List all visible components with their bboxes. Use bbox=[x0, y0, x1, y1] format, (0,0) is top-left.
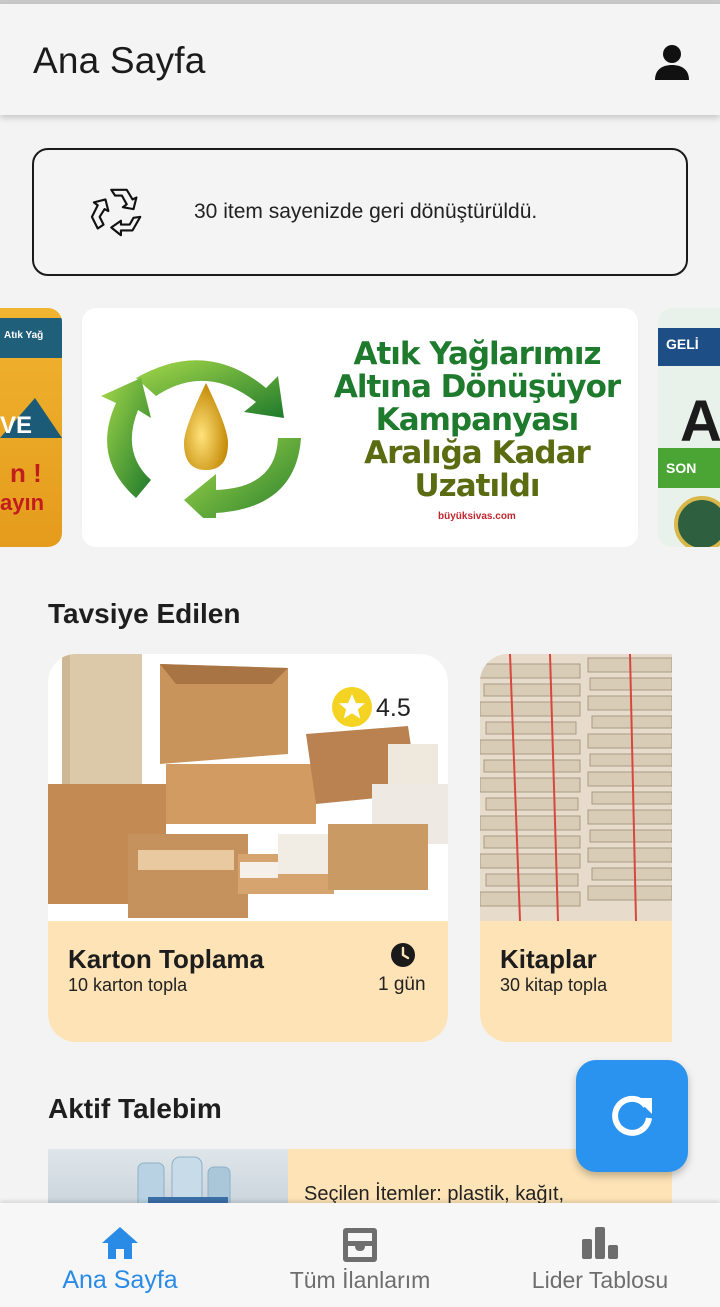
banner-text: n ! bbox=[10, 458, 42, 488]
home-icon bbox=[102, 1227, 138, 1259]
recommended-card[interactable]: 4.5 Karton Toplama 10 karton topla 1 gün bbox=[48, 654, 448, 1042]
nav-label: Ana Sayfa bbox=[62, 1266, 178, 1294]
card-description: 10 karton topla bbox=[68, 975, 188, 995]
banner-previous[interactable]: Atık Yağ VE n ! ayın bbox=[0, 308, 62, 547]
nav-label: Tüm İlanlarım bbox=[289, 1267, 431, 1293]
card-photo: 4.5 bbox=[48, 654, 448, 921]
banner-emblem bbox=[674, 496, 720, 547]
refresh-icon bbox=[612, 1095, 652, 1136]
card-description: 30 kitap topla bbox=[500, 975, 608, 995]
recycle-stats-text: 30 item sayenizde geri dönüştürüldü. bbox=[194, 200, 538, 223]
campaign-banner[interactable]: Atık Yağlarımız Altına Dönüşüyor Kampany… bbox=[82, 308, 638, 547]
recommended-card[interactable]: Kitaplar 30 kitap topla bbox=[480, 654, 672, 1042]
recycle-oil-drop-graphic bbox=[101, 360, 301, 518]
page-title: Ana Sayfa bbox=[33, 40, 206, 81]
refresh-button[interactable] bbox=[576, 1060, 688, 1172]
rating-value: 4.5 bbox=[376, 694, 411, 722]
card-title: Kitaplar bbox=[500, 944, 597, 974]
bottom-navigation: Ana Sayfa Tüm İlanlarım Lider Tablosu bbox=[0, 1203, 720, 1307]
banner-headline: Atık Yağlarımız Altına Dönüşüyor Kampany… bbox=[333, 336, 621, 504]
nav-item-leaderboard[interactable]: Lider Tablosu bbox=[520, 1203, 680, 1307]
recycle-icon bbox=[90, 188, 142, 237]
request-photo bbox=[48, 1149, 288, 1209]
card-duration: 1 gün bbox=[378, 974, 426, 995]
banner-text: Atık Yağ bbox=[4, 330, 44, 341]
banner-text: ayın bbox=[0, 490, 45, 515]
nav-item-my-listings[interactable]: Tüm İlanlarım bbox=[270, 1203, 450, 1307]
nav-label: Lider Tablosu bbox=[531, 1267, 669, 1293]
nav-item-home[interactable]: Ana Sayfa bbox=[40, 1203, 200, 1307]
banner-text: GELİ bbox=[666, 336, 699, 352]
star-icon bbox=[332, 687, 372, 727]
inbox-icon bbox=[343, 1228, 377, 1262]
banner-source: büyüksivas.com bbox=[438, 511, 516, 522]
section-title-active-request: Aktif Talebim bbox=[48, 1093, 222, 1124]
banner-text: SON bbox=[666, 460, 697, 476]
card-title: Karton Toplama bbox=[68, 944, 264, 974]
app-bar: Ana Sayfa bbox=[0, 4, 720, 115]
clock-icon bbox=[391, 943, 415, 967]
section-title-recommended: Tavsiye Edilen bbox=[48, 598, 241, 629]
banner-text: VE bbox=[0, 412, 33, 439]
person-icon[interactable] bbox=[652, 42, 692, 82]
bar-chart-icon bbox=[582, 1227, 618, 1259]
card-photo bbox=[480, 654, 672, 921]
recycle-stats-card: 30 item sayenizde geri dönüştürüldü. bbox=[32, 148, 688, 276]
banner-letter: A bbox=[680, 389, 720, 454]
banner-next[interactable]: GELİ A SON bbox=[658, 308, 720, 547]
